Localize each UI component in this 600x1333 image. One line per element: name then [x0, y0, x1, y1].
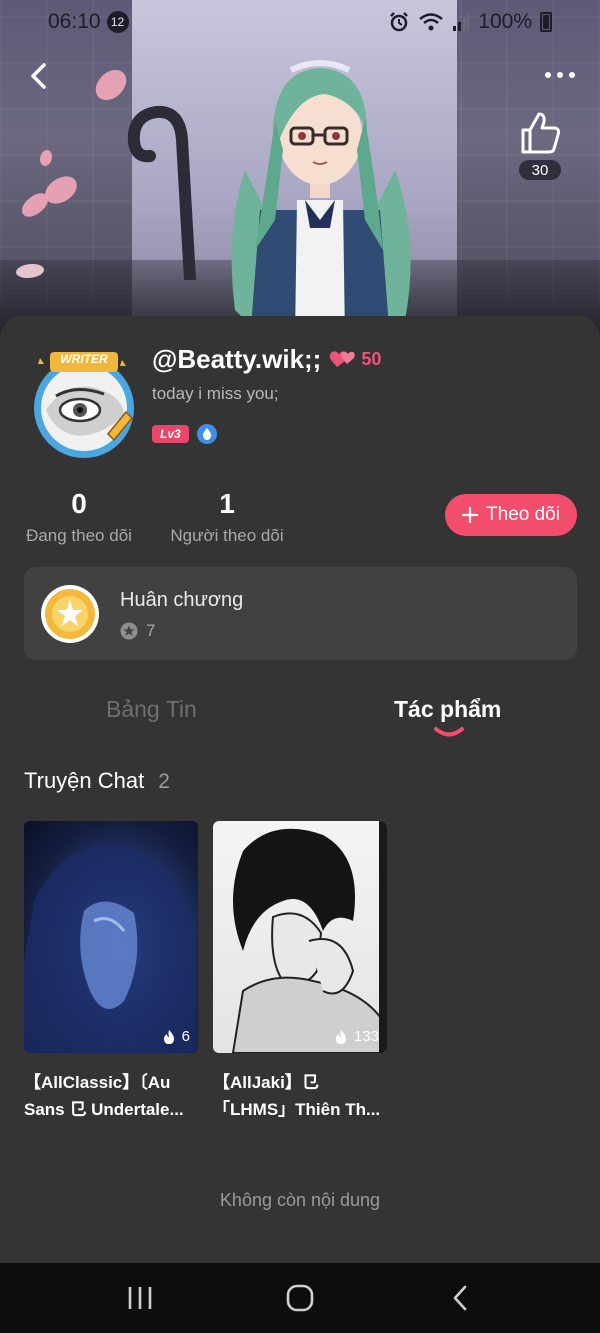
profile-banner: 06:10 12 100% 30	[0, 0, 600, 340]
story-views: 6	[162, 1028, 190, 1045]
section-title: Truyện Chat	[24, 768, 145, 793]
thumbs-up-icon	[521, 112, 561, 154]
medals-title: Huân chương	[120, 589, 244, 611]
banner-character-illustration	[231, 60, 411, 340]
medal-icon	[41, 585, 99, 643]
story-title: 【AllClassic】〔Au Sans ⺋ Undertale...	[24, 1073, 184, 1119]
status-bar: 06:10 12 100%	[0, 0, 600, 44]
battery-icon	[540, 12, 552, 32]
avatar[interactable]: WRITER	[26, 350, 142, 460]
back-button[interactable]	[18, 56, 58, 96]
medals-count: 7	[146, 621, 156, 640]
droplet-icon	[202, 428, 211, 440]
alarm-icon	[390, 12, 409, 32]
story-cover-image	[24, 844, 198, 1053]
story-cover-image	[231, 821, 387, 1053]
story-views-count: 133	[353, 1028, 379, 1045]
flame-icon	[163, 1029, 174, 1044]
username: @Beatty.wik;;	[152, 343, 322, 374]
story-card[interactable]: 6 【AllClassic】〔Au Sans ⺋ Undertale...	[24, 821, 198, 1123]
back-arrow-icon	[453, 1285, 467, 1311]
flame-icon	[335, 1029, 346, 1044]
profile-badges: Lv3	[152, 424, 217, 444]
story-thumbnail: 133	[213, 821, 387, 1053]
wifi-icon	[419, 13, 444, 31]
profile-bio: today i miss you;	[152, 384, 279, 403]
following-stat[interactable]: 0 Đang theo dõi	[24, 488, 134, 546]
status-time: 06:10	[48, 10, 101, 33]
battery-percentage: 100%	[478, 10, 532, 33]
username-row: @Beatty.wik;; 50	[152, 342, 381, 376]
system-nav-bar	[0, 1263, 600, 1333]
hearts-icon	[330, 351, 356, 367]
system-back-button[interactable]	[430, 1273, 490, 1323]
story-card[interactable]: 133 【AllJaki】⺋「LHMS」Thiên Th...	[213, 821, 387, 1123]
medals-card[interactable]: Huân chương 7	[24, 567, 577, 660]
follow-button-label: Theo dõi	[486, 504, 560, 525]
recent-apps-icon	[128, 1287, 152, 1309]
chat-stories-section-header: Truyện Chat 2	[24, 768, 170, 794]
home-icon	[286, 1284, 314, 1312]
verified-badge-icon[interactable]	[196, 424, 217, 444]
following-count: 0	[71, 488, 87, 519]
followers-count: 1	[219, 488, 235, 519]
end-of-content-text: Không còn nội dung	[219, 1190, 381, 1210]
status-icons: 100%	[388, 10, 552, 34]
follow-button[interactable]: Theo dõi	[445, 494, 577, 536]
like-count: 30	[519, 160, 561, 180]
tab-works[interactable]: Tác phẩm	[394, 696, 501, 723]
signal-icon	[453, 14, 470, 31]
story-views: 133	[334, 1028, 379, 1045]
tab-feed[interactable]: Bảng Tin	[106, 696, 197, 723]
active-tab-indicator	[434, 727, 464, 737]
notification-count-badge: 12	[106, 11, 129, 33]
followers-stat[interactable]: 1 Người theo dõi	[166, 488, 288, 546]
followers-label: Người theo dõi	[170, 526, 284, 545]
recent-apps-button[interactable]	[110, 1273, 170, 1323]
section-count: 2	[158, 770, 170, 793]
medals-count-row: 7	[120, 621, 155, 641]
plus-icon	[462, 507, 479, 523]
following-label: Đang theo dõi	[26, 526, 132, 545]
more-options-button[interactable]	[538, 60, 582, 90]
like-button[interactable]: 30	[512, 110, 568, 190]
home-button[interactable]	[270, 1273, 330, 1323]
profile-page: 06:10 12 100% 30 WRITER @Beatty.wik;; 50…	[0, 0, 600, 1333]
star-circle-icon	[120, 622, 138, 640]
more-dot-icon	[557, 72, 563, 78]
heart-count: 50	[361, 348, 382, 369]
story-thumbnail: 6	[24, 821, 198, 1053]
more-dot-icon	[569, 72, 575, 78]
story-title: 【AllJaki】⺋「LHMS」Thiên Th...	[213, 1073, 381, 1119]
avatar-image	[34, 352, 134, 458]
cane-decoration	[127, 105, 196, 280]
more-dot-icon	[545, 72, 551, 78]
level-badge[interactable]: Lv3	[152, 425, 189, 443]
chevron-left-icon	[31, 63, 46, 89]
avatar-writer-badge: WRITER	[60, 352, 108, 366]
story-views-count: 6	[181, 1028, 190, 1045]
